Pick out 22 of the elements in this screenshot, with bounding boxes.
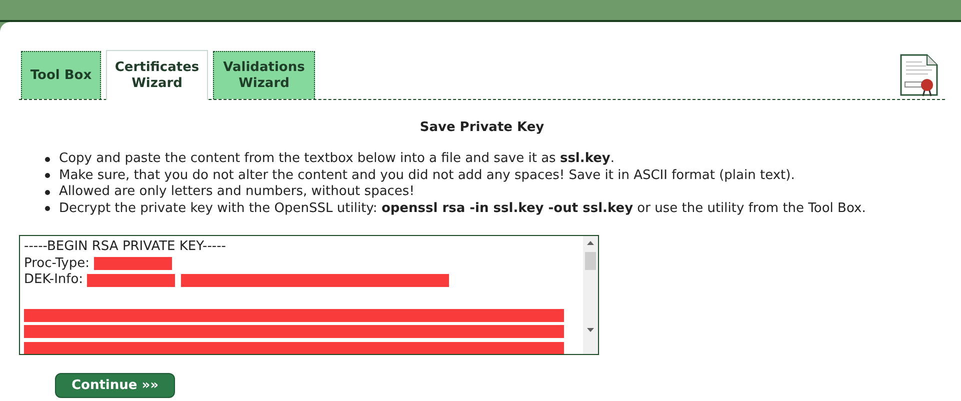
continue-button[interactable]: Continue »»: [55, 373, 175, 398]
bullet-icon: [45, 156, 50, 162]
scroll-up-icon[interactable]: [587, 241, 594, 245]
key-text: -----BEGIN RSA PRIVATE KEY-----: [24, 239, 227, 256]
certificate-icon: [899, 53, 939, 97]
scroll-thumb[interactable]: [585, 252, 596, 270]
instruction-item: Copy and paste the content from the textbox below into a file and save it as ssl.key.: [59, 151, 615, 168]
scrollbar[interactable]: [583, 236, 598, 354]
instruction-item: Allowed are only letters and numbers, without spaces!: [59, 184, 414, 200]
key-field-label: DEK-Info:: [24, 272, 84, 288]
tab[interactable]: Certificates Wizard: [106, 50, 208, 100]
bullet-icon: [45, 206, 50, 212]
tab[interactable]: Validations Wizard: [213, 51, 315, 99]
scroll-down-icon[interactable]: [587, 328, 594, 332]
bullet-icon: [45, 173, 50, 178]
tab[interactable]: Tool Box: [21, 51, 101, 99]
key-field-label: Proc-Type:: [24, 256, 90, 272]
bullet-icon: [45, 190, 50, 195]
section-heading: Save Private Key: [418, 120, 546, 135]
key-textbox[interactable]: -----BEGIN RSA PRIVATE KEY----- Proc-Type: DEK-Info:: [19, 235, 599, 355]
instruction-item: Decrypt the private key with the OpenSSL utility: openssl rsa -in ssl.key -out ssl.key or use the utility from the Tool Box.: [59, 200, 866, 217]
instruction-item: Make sure, that you do not alter the content and you did not add any spaces! Save it in ASCII format (plain text).: [59, 168, 795, 184]
